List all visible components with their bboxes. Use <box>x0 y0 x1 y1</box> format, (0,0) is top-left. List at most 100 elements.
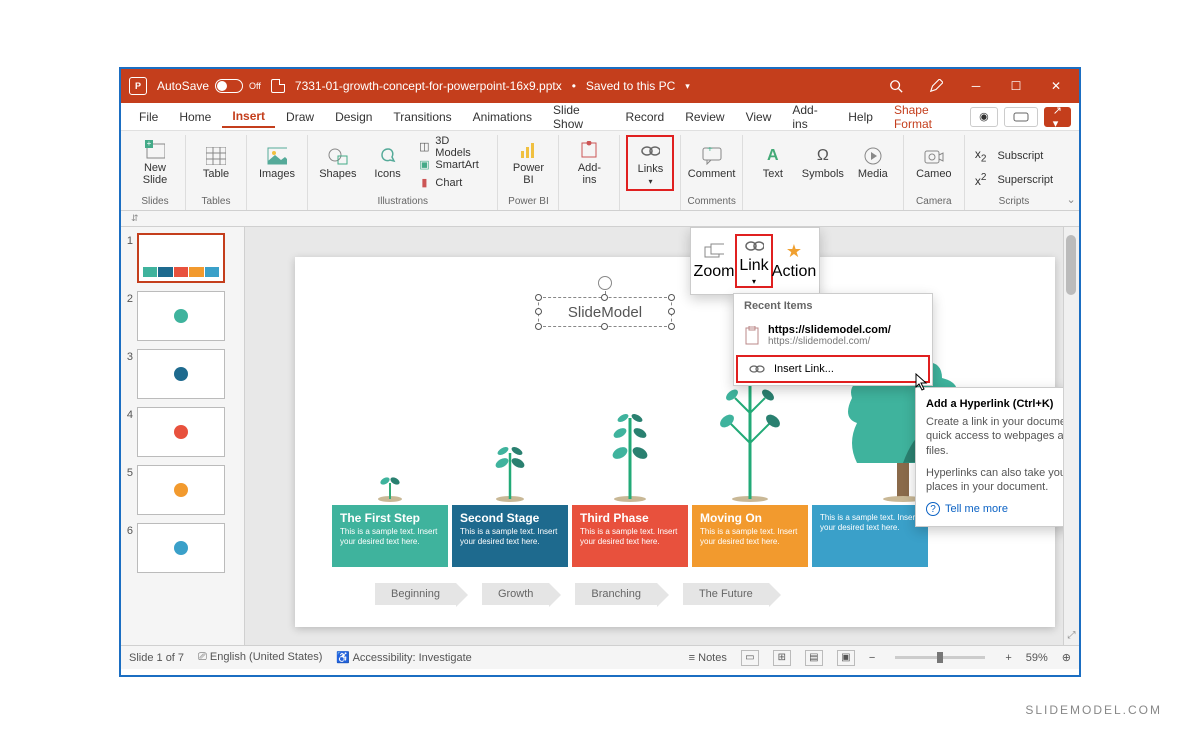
tab-design[interactable]: Design <box>325 106 382 128</box>
maximize-button[interactable]: ☐ <box>1001 71 1031 101</box>
thumb-num: 1 <box>123 233 133 283</box>
table-button[interactable]: Table <box>192 135 240 191</box>
stage-box: The First StepThis is a sample text. Ins… <box>332 505 448 567</box>
comment-label: Comment <box>688 168 736 180</box>
record-button[interactable]: ◉ <box>970 107 998 127</box>
share-button[interactable]: ↗ ▾ <box>1044 107 1071 127</box>
fit-icon[interactable]: ⤢ <box>1064 630 1079 641</box>
tab-view[interactable]: View <box>736 106 782 128</box>
recent-link-item[interactable]: https://slidemodel.com/https://slidemode… <box>734 318 932 353</box>
qat-chevron-icon[interactable]: ⇵ <box>131 213 139 224</box>
normal-view-button[interactable]: ▭ <box>741 650 759 666</box>
insert-link-label: Insert Link... <box>774 363 834 375</box>
cameo-button[interactable]: Cameo <box>910 135 958 191</box>
tab-slideshow[interactable]: Slide Show <box>543 99 614 135</box>
slide-thumb-5[interactable] <box>137 465 225 515</box>
reading-view-button[interactable]: ▤ <box>805 650 823 666</box>
notes-button[interactable]: ≡ Notes <box>689 652 727 664</box>
tab-shape-format[interactable]: Shape Format <box>884 99 969 135</box>
close-button[interactable]: ✕ <box>1041 71 1071 101</box>
stage-body: This is a sample text. Insert your desir… <box>700 527 800 546</box>
chevron-down-icon[interactable]: ▾ <box>685 81 690 92</box>
accessibility-indicator[interactable]: ♿ Accessibility: Investigate <box>336 651 471 664</box>
comment-icon: + <box>702 146 722 166</box>
minimize-button[interactable]: ─ <box>961 71 991 101</box>
search-icon[interactable] <box>881 71 911 101</box>
link-icon <box>640 141 660 161</box>
tab-review[interactable]: Review <box>675 106 734 128</box>
toggle-icon[interactable] <box>215 79 243 93</box>
new-slide-button[interactable]: +New Slide <box>131 135 179 191</box>
chart-button[interactable]: ▮Chart <box>413 174 491 192</box>
links-button[interactable]: Links▾ <box>626 135 674 191</box>
symbols-button[interactable]: ΩSymbols <box>799 135 847 191</box>
autosave-toggle[interactable]: AutoSave Off <box>157 79 261 93</box>
slide-thumb-3[interactable] <box>137 349 225 399</box>
thumbnail-panel[interactable]: 1 2 3 4 5 6 <box>121 227 245 645</box>
zoom-out-button[interactable]: − <box>869 652 875 664</box>
3d-models-button[interactable]: ◫3D Models <box>413 138 491 156</box>
tab-transitions[interactable]: Transitions <box>383 106 461 128</box>
images-button[interactable]: Images <box>253 135 301 191</box>
slide-thumb-6[interactable] <box>137 523 225 573</box>
pen-icon[interactable] <box>921 71 951 101</box>
slideshow-view-button[interactable]: ▣ <box>837 650 855 666</box>
slide-thumb-1[interactable] <box>137 233 225 283</box>
arrow-label: The Future <box>683 583 769 605</box>
table-icon <box>206 146 226 166</box>
tab-draw[interactable]: Draw <box>276 106 324 128</box>
tab-record[interactable]: Record <box>616 106 675 128</box>
comment-button[interactable]: + Comment <box>688 135 736 191</box>
rotate-handle-icon[interactable] <box>598 276 612 290</box>
powerbi-button[interactable]: Power BI <box>504 135 552 191</box>
ribbon-collapse-icon[interactable]: ⌄ <box>1063 135 1079 210</box>
lang-indicator[interactable]: ⎚ English (United States) <box>198 651 322 664</box>
media-button[interactable]: Media <box>849 135 897 191</box>
save-status[interactable]: Saved to this PC <box>586 79 675 93</box>
action-submenu[interactable]: ★Action <box>775 234 813 288</box>
work-area: 1 2 3 4 5 6 SlideModel <box>121 227 1079 645</box>
tell-me-more-link[interactable]: ?Tell me more <box>926 502 1063 516</box>
stage-box: This is a sample text. Insert your desir… <box>812 505 928 567</box>
zoom-slider[interactable] <box>895 656 985 659</box>
slide-thumb-2[interactable] <box>137 291 225 341</box>
autosave-label: AutoSave <box>157 79 209 93</box>
clipboard-icon <box>744 326 760 346</box>
insert-link-item[interactable]: Insert Link... <box>736 355 930 383</box>
textbox-content: SlideModel <box>568 304 642 321</box>
tab-addins[interactable]: Add-ins <box>782 99 837 135</box>
smartart-button[interactable]: ▣SmartArt <box>413 156 491 174</box>
link-submenu[interactable]: Link▾ <box>735 234 773 288</box>
zoom-submenu[interactable]: Zoom <box>695 234 733 288</box>
present-button[interactable] <box>1004 107 1038 127</box>
shapes-icon <box>328 146 348 166</box>
tab-animations[interactable]: Animations <box>463 106 542 128</box>
sorter-view-button[interactable]: ⊞ <box>773 650 791 666</box>
zoom-in-button[interactable]: + <box>1005 652 1011 664</box>
icons-button[interactable]: Icons <box>364 135 412 191</box>
slide-canvas[interactable]: SlideModel The First StepThis is a sampl… <box>245 227 1063 645</box>
recent-header: Recent Items <box>734 294 932 318</box>
shapes-button[interactable]: Shapes <box>314 135 362 191</box>
tab-home[interactable]: Home <box>169 106 221 128</box>
zoom-level[interactable]: 59% <box>1026 652 1048 664</box>
superscript-button[interactable]: x2 Superscript <box>971 171 1057 189</box>
scrollbar-thumb[interactable] <box>1066 235 1076 295</box>
text-button[interactable]: AText <box>749 135 797 191</box>
cameo-label: Cameo <box>916 168 951 180</box>
tab-help[interactable]: Help <box>838 106 883 128</box>
tab-insert[interactable]: Insert <box>222 105 275 128</box>
subscript-button[interactable]: x2 Subscript <box>971 147 1057 165</box>
qat-row: ⇵ <box>121 211 1079 227</box>
slide-counter[interactable]: Slide 1 of 7 <box>129 652 184 664</box>
document-title[interactable]: 7331-01-growth-concept-for-powerpoint-16… <box>295 79 562 93</box>
fit-window-button[interactable]: ⊕ <box>1062 651 1071 664</box>
vertical-scrollbar[interactable]: ⤢ <box>1063 227 1079 645</box>
selected-textbox[interactable]: SlideModel <box>538 297 672 327</box>
powerbi-icon <box>518 140 538 160</box>
toggle-state: Off <box>249 81 261 91</box>
addins-button[interactable]: Add- ins <box>565 135 613 191</box>
tab-file[interactable]: File <box>129 106 168 128</box>
save-icon[interactable] <box>271 79 285 93</box>
slide-thumb-4[interactable] <box>137 407 225 457</box>
